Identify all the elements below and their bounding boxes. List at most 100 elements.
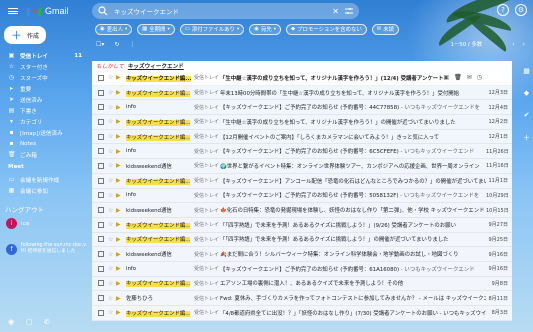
sidebar-item[interactable]: ▤ 下書き (0, 105, 88, 116)
important-marker-icon[interactable]: ▶ (116, 280, 124, 287)
star-icon[interactable]: ☆ (108, 192, 116, 199)
email-row[interactable]: ☆ ▶ info 受信トレイ 【キッズウイークエンド】ご予約完了のお知らせ (予約番号：… (92, 261, 512, 277)
sidebar-item[interactable]: ☆ スター付き (0, 61, 88, 72)
sidebar-item[interactable]: ▪ [Imap]/送信済み (0, 127, 88, 138)
row-checkbox[interactable] (98, 104, 104, 111)
chat-icon[interactable]: ▢ (26, 318, 34, 326)
email-row[interactable]: ☆ ▶ キッズウイークエンド編... 受信トレイ 【12月開催イベントのご案内】「しろく… (92, 129, 512, 145)
email-row[interactable]: ☆ ▶ キッズウイークエンド編... 受信トレイ 「4/8都道府県全てに出没！？」「妖怪… (92, 306, 512, 321)
row-checkbox[interactable] (98, 192, 104, 199)
meet-item[interactable]: ▭ 会議を新規作成 (0, 174, 88, 185)
filter-chip[interactable]: ▭ 添付ファイルあり ▾ (179, 23, 245, 35)
email-row[interactable]: ☆ ▶ info 受信トレイ 【キッズウイークエンド】ご予約完了のお知らせ (予約番号：… (92, 100, 512, 116)
filter-chip[interactable]: ✉ 未読 (371, 23, 400, 35)
row-checkbox[interactable] (98, 162, 104, 169)
star-icon[interactable]: ☆ (108, 309, 116, 316)
filter-chip[interactable]: ◉ 差出人 ▾ (95, 23, 133, 35)
row-checkbox[interactable] (98, 309, 104, 316)
search-bar[interactable]: キッズウイークエンド ✕ (92, 3, 359, 19)
row-checkbox[interactable] (98, 133, 104, 140)
hangout-contact[interactable]: f following-the-sun.mc-doc.v Hi 招待状を送信しま… (6, 243, 88, 255)
star-icon[interactable]: ☆ (108, 221, 116, 228)
star-icon[interactable]: ☆ (108, 133, 116, 140)
email-row[interactable]: ☆ ▶ キッズウイークエンド編... 受信トレイ 「「四字熟語」で未来を予測！あるあるク… (92, 232, 512, 248)
important-marker-icon[interactable]: ▶ (116, 192, 124, 199)
star-icon[interactable]: ☆ (108, 280, 116, 287)
row-checkbox[interactable] (98, 251, 104, 258)
email-row[interactable]: ☆ ▶ info 受信トレイ 【キッズウイークエンド】ご予約完了のお知らせ (予約番号：… (92, 188, 512, 204)
email-row[interactable]: ☆ ▶ キッズウイークエンド編... 受信トレイ エアソン工場の裏側に潜入！、あるあるク… (92, 276, 512, 292)
important-marker-icon[interactable]: ▶ (116, 309, 124, 316)
important-marker-icon[interactable]: ▶ (116, 118, 124, 125)
row-checkbox[interactable] (98, 236, 104, 243)
email-row[interactable]: ☆ ▶ kidsweekend通信 受信トレイ 🍂まだ間に合う！シルバーウィーク特集：オ… (92, 247, 512, 262)
email-row[interactable]: ☆ ▶ キッズウイークエンド編... 受信トレイ 【キッズウイークエンド】アンコール配信… (92, 173, 512, 189)
important-marker-icon[interactable]: ▶ (116, 207, 124, 214)
email-row[interactable]: ☆ ▶ キッズウイークエンド編... 受信トレイ 「生中継☆漢字の成り立ちを知って、オリ… (92, 71, 512, 86)
important-marker-icon[interactable]: ▶ (116, 74, 124, 81)
star-icon[interactable]: ☆ (108, 295, 116, 302)
star-icon[interactable]: ☆ (108, 104, 116, 111)
keep-icon[interactable]: ◆ (524, 89, 529, 97)
important-marker-icon[interactable]: ▶ (116, 162, 124, 169)
important-marker-icon[interactable]: ▶ (116, 104, 124, 111)
search-options-icon[interactable] (345, 7, 353, 15)
more-icon[interactable]: ⋮ (129, 41, 135, 48)
sidebar-item[interactable]: ▸ 重要 (0, 83, 88, 94)
filter-chip[interactable]: ◉ 宛先 ▾ (249, 23, 281, 35)
email-row[interactable]: ☆ ▶ info 受信トレイ 【キッズウイークエンド】ご予約完了のお知らせ (予約番号：… (92, 144, 512, 160)
important-marker-icon[interactable]: ▶ (116, 236, 124, 243)
email-row[interactable]: ☆ ▶ kidsweekend通信 受信トレイ 🍁化石の日特集：恐竜の発掘現場を体験し、… (92, 203, 512, 218)
row-checkbox[interactable] (98, 207, 104, 214)
main-menu-icon[interactable] (8, 6, 18, 16)
filter-chip[interactable]: ◆ プロモーションを含めない (286, 23, 367, 35)
mark-read-icon[interactable]: ✉ (467, 74, 472, 81)
row-checkbox[interactable] (98, 295, 104, 302)
email-row[interactable]: ☆ ▶ キッズウイークエンド編... 受信トレイ 「「四字熟語」で未来を予測！あるあるク… (92, 217, 512, 233)
select-all-checkbox[interactable]: ☐▾ (96, 41, 104, 48)
meet-item[interactable]: ▦ 会議に参加 (0, 185, 88, 196)
email-row[interactable]: ☆ ▶ kidsweekend通信 受信トレイ 🌍世界と繋がるイベント特集：オンライン世… (92, 159, 512, 174)
row-checkbox[interactable] (98, 74, 104, 81)
phone-icon[interactable]: ✆ (44, 318, 52, 326)
refresh-icon[interactable]: ↻ (114, 41, 119, 48)
gmail-logo[interactable]: Gmail (27, 6, 69, 16)
sidebar-item[interactable]: ▪ Notes (0, 138, 88, 149)
compose-button[interactable]: ＋ 作成 (4, 26, 46, 44)
calendar-icon[interactable]: ▦ (523, 67, 530, 75)
star-icon[interactable]: ☆ (108, 148, 116, 155)
row-checkbox[interactable] (98, 280, 104, 287)
filter-chip[interactable]: ▦ 全期間 ▾ (137, 23, 175, 35)
row-checkbox[interactable] (98, 89, 104, 96)
important-marker-icon[interactable]: ▶ (116, 133, 124, 140)
next-page-icon[interactable]: › (523, 41, 525, 48)
row-checkbox[interactable] (98, 177, 104, 184)
star-icon[interactable]: ☆ (108, 118, 116, 125)
sidebar-item[interactable]: ▣ 受信トレイ 11 (0, 50, 88, 61)
snooze-icon[interactable]: ◷ (477, 74, 482, 81)
search-input[interactable]: キッズウイークエンド (114, 6, 332, 16)
sidebar-item[interactable]: ◷ スヌーズ中 (0, 72, 88, 83)
delete-icon[interactable]: 🗑 (454, 74, 462, 81)
important-marker-icon[interactable]: ▶ (116, 295, 124, 302)
sidebar-item[interactable]: ➤ 送信済み (0, 94, 88, 105)
search-icon[interactable] (98, 6, 108, 16)
email-row[interactable]: ☆ ▶ 佐藤ちひろ 受信トレイ Fwd: 夏休み、手づくりカメラを作ってフォトコンテスト… (92, 291, 512, 306)
help-icon[interactable]: ? (497, 4, 509, 16)
star-icon[interactable]: ☆ (108, 74, 116, 81)
suggestion-link[interactable]: キッズウィークエンド (128, 62, 184, 70)
star-icon[interactable]: ☆ (108, 251, 116, 258)
important-marker-icon[interactable]: ▶ (116, 89, 124, 96)
important-marker-icon[interactable]: ▶ (116, 251, 124, 258)
important-marker-icon[interactable]: ▶ (116, 177, 124, 184)
add-addon-icon[interactable]: ＋ (523, 133, 530, 143)
star-icon[interactable]: ☆ (108, 177, 116, 184)
sidebar-item[interactable]: ▾ カテゴリ (0, 116, 88, 127)
row-checkbox[interactable] (98, 265, 104, 272)
settings-icon[interactable]: ⚙ (515, 4, 527, 16)
prev-page-icon[interactable]: ‹ (512, 41, 514, 48)
sidebar-item[interactable]: 🗑 ごみ箱 (0, 149, 88, 160)
tasks-icon[interactable]: ✔ (524, 111, 530, 119)
row-checkbox[interactable] (98, 148, 104, 155)
archive-icon[interactable]: ▣ (443, 74, 449, 81)
